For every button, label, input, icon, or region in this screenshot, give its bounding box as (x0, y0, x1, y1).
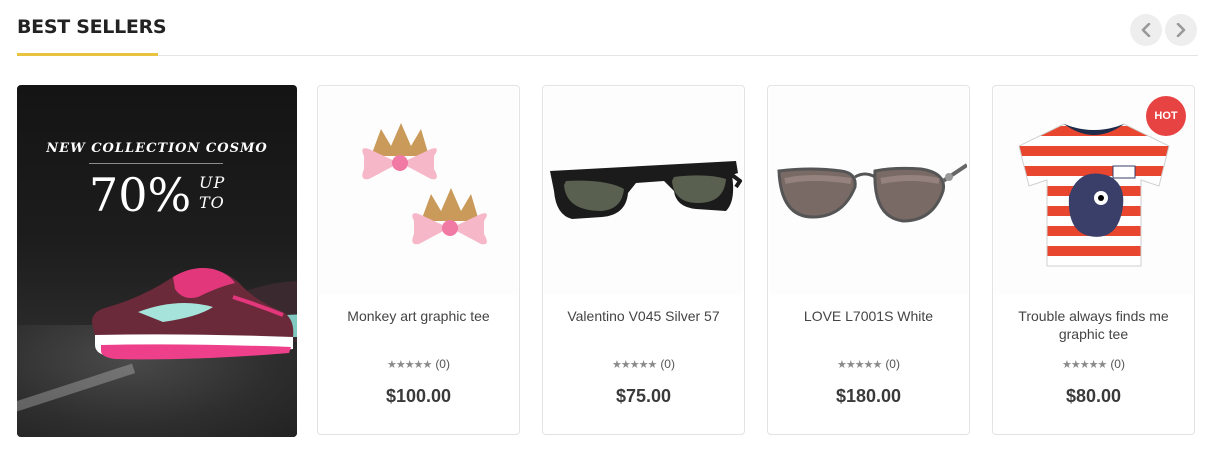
product-price: $75.00 (615, 386, 672, 406)
rating-count: (0) (435, 357, 450, 371)
product-thumbnail[interactable] (544, 87, 743, 295)
aviator-sunglasses-image (776, 163, 967, 223)
rating-count: (0) (1110, 357, 1125, 371)
rating-count: (0) (660, 357, 675, 371)
rating-stars-icon: ★★★★★ (1062, 359, 1107, 371)
product-price: $180.00 (835, 386, 902, 406)
product-rating: ★★★★★ (0) (543, 357, 744, 371)
product-price: $80.00 (1065, 386, 1122, 406)
banner-discount: 70% (89, 168, 192, 222)
chevron-left-icon (1141, 23, 1151, 37)
section-title: BEST SELLERS (17, 16, 167, 38)
product-rating: ★★★★★ (0) (993, 357, 1194, 371)
banner-divider (89, 163, 223, 164)
section-header: BEST SELLERS (17, 0, 1198, 56)
product-rating: ★★★★★ (0) (768, 357, 969, 371)
product-card[interactable]: Monkey art graphic tee ★★★★★ (0) $100.00 (317, 85, 520, 435)
product-card[interactable]: Valentino V045 Silver 57 ★★★★★ (0) $75.00 (542, 85, 745, 435)
product-thumbnail[interactable] (319, 87, 518, 295)
carousel-next-button[interactable] (1165, 14, 1197, 46)
rating-count: (0) (885, 357, 900, 371)
rating-stars-icon: ★★★★★ (837, 359, 882, 371)
product-card[interactable]: HOT Trouble always finds me graphic tee … (992, 85, 1195, 435)
hot-badge: HOT (1146, 96, 1186, 136)
banner-caption: NEW COLLECTION COSMO (46, 141, 268, 156)
product-thumbnail[interactable] (769, 87, 968, 295)
product-price: $100.00 (385, 386, 452, 406)
product-rating: ★★★★★ (0) (318, 357, 519, 371)
product-card[interactable]: LOVE L7001S White ★★★★★ (0) $180.00 (767, 85, 970, 435)
product-name[interactable]: LOVE L7001S White (778, 307, 959, 325)
banner-discount-prefix: UP TO (199, 173, 226, 212)
black-sunglasses-image (549, 161, 742, 219)
rating-stars-icon: ★★★★★ (387, 359, 432, 371)
product-name[interactable]: Monkey art graphic tee (328, 307, 509, 325)
product-name[interactable]: Valentino V045 Silver 57 (553, 307, 734, 325)
crown-hair-clips-image (361, 123, 487, 245)
title-underline (17, 53, 158, 56)
pink-running-shoe-image (92, 268, 297, 360)
rating-stars-icon: ★★★★★ (612, 359, 657, 371)
chevron-right-icon (1176, 23, 1186, 37)
promo-banner[interactable]: NEW COLLECTION COSMO 70% UP TO (17, 85, 297, 437)
product-name[interactable]: Trouble always finds me graphic tee (1003, 307, 1184, 343)
carousel-prev-button[interactable] (1130, 14, 1162, 46)
